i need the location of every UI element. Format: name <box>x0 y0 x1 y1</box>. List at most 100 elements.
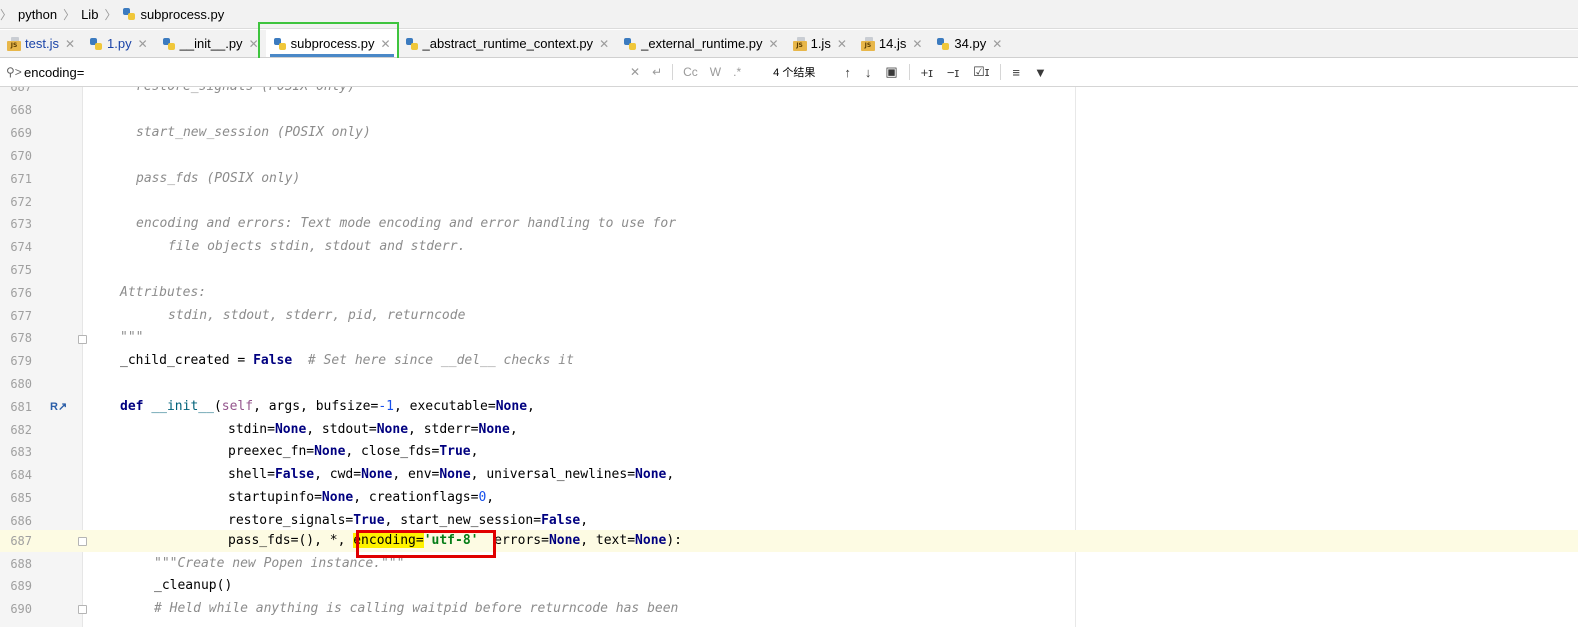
fold-marker-icon[interactable] <box>78 537 87 546</box>
line-number: 685 <box>10 491 32 505</box>
divider <box>908 64 910 80</box>
js-file-icon: JS <box>792 36 807 51</box>
tab-1-py[interactable]: 1.py ✕ <box>82 30 155 57</box>
arrow-up-icon[interactable]: ↑ <box>844 65 851 80</box>
code-text: def __init__(self, args, bufsize=-1, exe… <box>120 399 535 414</box>
line-number: 669 <box>10 126 32 140</box>
close-icon[interactable]: ✕ <box>769 37 779 51</box>
tab-label: 1.py <box>107 36 132 51</box>
code-line: 682 stdin=None, stdout=None, stderr=None… <box>0 419 1578 441</box>
code-text: start_new_session (POSIX only) <box>136 125 371 140</box>
python-file-icon <box>122 7 136 21</box>
breadcrumb-item-lib[interactable]: Lib <box>81 7 98 22</box>
options-icon[interactable]: ≡ <box>1012 65 1020 80</box>
code-text: startupinfo=None, creationflags=0, <box>228 490 495 505</box>
code-line: 680 <box>0 373 1578 395</box>
tab-test-js[interactable]: JS test.js ✕ <box>0 30 82 57</box>
close-icon[interactable]: ✕ <box>249 37 259 51</box>
code-text: restore_signals (POSIX only) <box>136 87 355 98</box>
code-line: 671 pass_fds (POSIX only) <box>0 168 1578 190</box>
code-text: stdin, stdout, stderr, pid, returncode <box>168 308 466 323</box>
search-match: encoding= <box>353 533 424 548</box>
chevron-right-icon: 〉 <box>0 7 13 22</box>
code-line: 672 <box>0 191 1578 213</box>
remove-selection-icon[interactable]: −ɪ <box>947 65 959 80</box>
override-method-icon[interactable]: R↗ <box>50 396 67 418</box>
match-case-button[interactable]: Cc <box>683 65 698 79</box>
tab-34-py[interactable]: 34.py ✕ <box>929 30 1009 57</box>
divider <box>1000 64 1002 80</box>
filter-icon[interactable]: ▼ <box>1034 65 1047 80</box>
code-line: 668 <box>0 99 1578 121</box>
tab-label: __init__.py <box>179 36 243 51</box>
close-icon[interactable]: ✕ <box>912 37 922 51</box>
line-number: 668 <box>10 103 32 117</box>
tab-abstract-runtime-context-py[interactable]: _abstract_runtime_context.py ✕ <box>398 30 617 57</box>
tab-external-runtime-py[interactable]: _external_runtime.py ✕ <box>616 30 785 57</box>
regex-button[interactable]: .* <box>733 65 741 79</box>
tab-label: 34.py <box>954 36 987 51</box>
code-text: _child_created = False # Set here since … <box>120 353 574 368</box>
editor-tabs: JS test.js ✕ 1.py ✕ __init__.py ✕ subpro… <box>0 30 1578 58</box>
chevron-right-icon: 〉 <box>63 7 76 22</box>
line-number: 679 <box>10 354 32 368</box>
code-text: preexec_fn=None, close_fds=True, <box>228 444 479 459</box>
close-icon[interactable]: ✕ <box>65 37 75 51</box>
code-line: 677 stdin, stdout, stderr, pid, returnco… <box>0 305 1578 327</box>
find-bar: ⚲˃ ✕ ↵ Cc W .* 4 个结果 ↑ ↓ ▣ +ɪ −ɪ ☑ɪ ≡ ▼ <box>0 58 1578 87</box>
chevron-right-icon: 〉 <box>104 7 117 22</box>
breadcrumb-item-python[interactable]: python <box>18 7 57 22</box>
tab-14-js[interactable]: JS 14.js ✕ <box>854 30 930 57</box>
code-text: _cleanup() <box>154 578 233 593</box>
tab-label: 14.js <box>878 36 907 51</box>
line-number: 673 <box>10 217 32 231</box>
code-line: 675 <box>0 259 1578 281</box>
results-count: 4 个结果 <box>773 67 816 79</box>
fold-marker-icon[interactable] <box>78 605 87 614</box>
code-text: encoding and errors: Text mode encoding … <box>136 216 677 231</box>
python-file-icon <box>405 37 419 51</box>
tab-init-py[interactable]: __init__.py ✕ <box>155 30 266 57</box>
code-line: 674 file objects stdin, stdout and stder… <box>0 236 1578 258</box>
close-icon[interactable]: ✕ <box>837 37 847 51</box>
line-number: 675 <box>10 263 32 277</box>
tab-label: subprocess.py <box>290 36 375 51</box>
tab-1-js[interactable]: JS 1.js ✕ <box>786 30 854 57</box>
close-icon[interactable]: ✕ <box>992 37 1002 51</box>
tab-subprocess-py[interactable]: subprocess.py ✕ <box>265 30 398 57</box>
fold-marker-icon[interactable] <box>78 335 87 344</box>
code-text: """Create new Popen instance.""" <box>154 556 405 571</box>
code-line: 690 # Held while anything is calling wai… <box>0 598 1578 620</box>
code-line: 678 """ <box>0 327 1578 349</box>
arrow-down-icon[interactable]: ↓ <box>865 65 872 80</box>
close-icon[interactable]: ✕ <box>380 37 390 51</box>
add-selection-icon[interactable]: +ɪ <box>921 65 933 80</box>
search-input[interactable] <box>24 64 624 80</box>
toggle-selection-icon[interactable]: ☑ɪ <box>973 64 989 80</box>
line-number: 682 <box>10 423 32 437</box>
breadcrumb-item-subprocess[interactable]: subprocess.py <box>140 7 224 22</box>
code-line: 686 restore_signals=True, start_new_sess… <box>0 510 1578 532</box>
new-line-icon[interactable]: ↵ <box>652 65 662 79</box>
select-all-occurrences-icon[interactable]: ▣ <box>885 64 897 80</box>
line-number: 687 <box>10 534 32 548</box>
line-number: 676 <box>10 286 32 300</box>
line-number: 674 <box>10 240 32 254</box>
code-editor[interactable]: 687 restore_signals (POSIX only) 668 669… <box>0 87 1578 627</box>
code-line: 687 restore_signals (POSIX only) <box>0 87 1578 98</box>
tab-label: test.js <box>25 36 59 51</box>
js-file-icon: JS <box>860 36 875 51</box>
close-icon[interactable]: ✕ <box>138 37 148 51</box>
whole-words-button[interactable]: W <box>710 65 721 79</box>
tab-label: _abstract_runtime_context.py <box>422 36 594 51</box>
line-number: 689 <box>10 579 32 593</box>
code-line: 673 encoding and errors: Text mode encod… <box>0 213 1578 235</box>
search-icon[interactable]: ⚲˃ <box>6 65 24 79</box>
close-icon[interactable]: ✕ <box>599 37 609 51</box>
clear-icon[interactable]: ✕ <box>630 65 640 79</box>
code-text: restore_signals=True, start_new_session=… <box>228 513 589 528</box>
line-number: 684 <box>10 468 32 482</box>
code-text: # Held while anything is calling waitpid… <box>154 601 679 616</box>
code-line: 688 """Create new Popen instance.""" <box>0 553 1578 575</box>
code-text: pass_fds=(), *, encoding='utf-8' errors=… <box>228 533 683 548</box>
